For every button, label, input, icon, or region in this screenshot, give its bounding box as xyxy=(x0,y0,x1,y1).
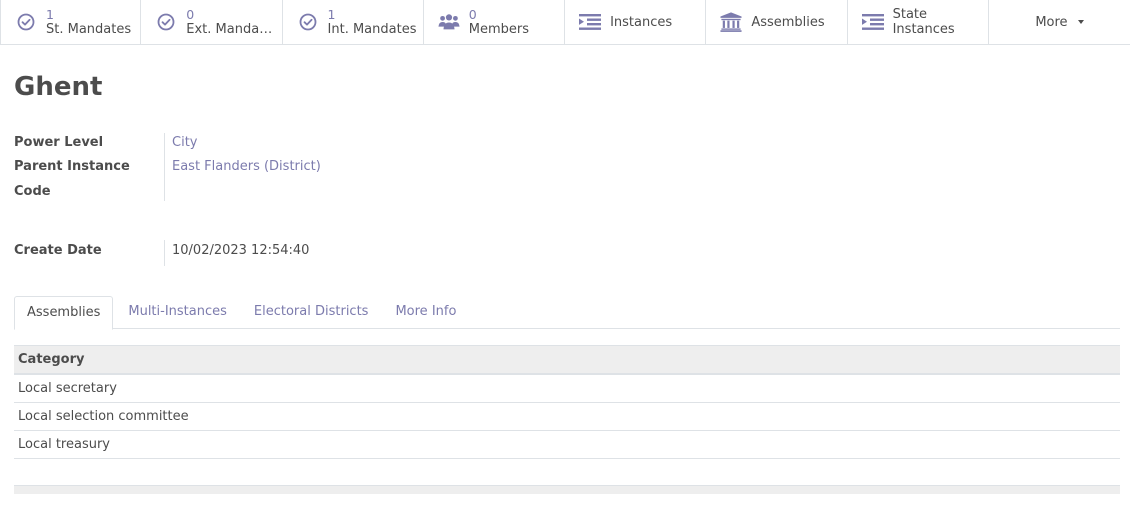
table-row[interactable]: Local treasury xyxy=(14,431,1120,459)
indent-list-icon xyxy=(861,11,884,33)
more-dropdown-button[interactable]: More xyxy=(989,0,1130,44)
assemblies-table: Category Local secretary Local selection… xyxy=(14,345,1120,459)
table-row[interactable]: Local selection committee xyxy=(14,403,1120,431)
ext-mandates-label: Ext. Mandates xyxy=(186,22,275,37)
instances-button[interactable]: Instances xyxy=(565,0,707,44)
members-count: 0 xyxy=(468,7,477,22)
smart-button-box: 1 St. Mandates 0 Ext. Mandates 1 Int. Ma… xyxy=(0,0,1130,45)
field-separator xyxy=(164,133,165,201)
st-mandates-button[interactable]: 1 St. Mandates xyxy=(0,0,142,44)
create-date-value: 10/02/2023 12:54:40 xyxy=(172,243,310,258)
int-mandates-count: 1 xyxy=(327,7,336,22)
instances-label: Instances xyxy=(610,14,673,30)
more-label: More xyxy=(1035,14,1068,30)
parent-instance-link[interactable]: East Flanders (District) xyxy=(172,159,321,174)
state-instances-label-line2: Instances xyxy=(892,22,955,37)
check-circle-icon xyxy=(297,11,319,33)
check-circle-icon xyxy=(155,11,177,33)
st-mandates-count: 1 xyxy=(46,7,54,22)
tab-assemblies[interactable]: Assemblies xyxy=(14,296,114,330)
code-label: Code xyxy=(14,184,51,199)
ext-mandates-button[interactable]: 0 Ext. Mandates xyxy=(141,0,283,44)
int-mandates-label: Int. Mandates xyxy=(327,22,417,37)
tab-multi-instances[interactable]: Multi-Instances xyxy=(116,296,239,329)
caret-down-icon xyxy=(1077,20,1084,24)
members-button[interactable]: 0 Members xyxy=(424,0,566,44)
int-mandates-button[interactable]: 1 Int. Mandates xyxy=(283,0,424,44)
state-instances-button[interactable]: State Instances xyxy=(848,0,989,44)
assemblies-button[interactable]: Assemblies xyxy=(706,0,848,44)
users-icon xyxy=(438,11,460,33)
parent-instance-label: Parent Instance xyxy=(14,159,130,174)
column-header-category[interactable]: Category xyxy=(14,345,1120,375)
notebook-tabs: Assemblies Multi-Instances Electoral Dis… xyxy=(14,296,1120,330)
record-title: Ghent xyxy=(14,72,103,102)
power-level-link[interactable]: City xyxy=(172,135,197,150)
tab-more-info[interactable]: More Info xyxy=(383,296,468,329)
institution-icon xyxy=(720,11,742,33)
assemblies-label: Assemblies xyxy=(751,14,825,30)
indent-list-icon xyxy=(579,11,602,33)
field-separator xyxy=(164,240,165,266)
st-mandates-label: St. Mandates xyxy=(46,22,132,37)
check-circle-icon xyxy=(15,11,37,33)
table-footer xyxy=(14,485,1120,494)
table-row[interactable]: Local secretary xyxy=(14,375,1120,403)
ext-mandates-count: 0 xyxy=(186,7,195,22)
tab-electoral-districts[interactable]: Electoral Districts xyxy=(242,296,381,329)
create-date-label: Create Date xyxy=(14,243,102,258)
members-label: Members xyxy=(468,22,530,37)
state-instances-label-line1: State xyxy=(892,7,928,22)
power-level-label: Power Level xyxy=(14,135,104,150)
